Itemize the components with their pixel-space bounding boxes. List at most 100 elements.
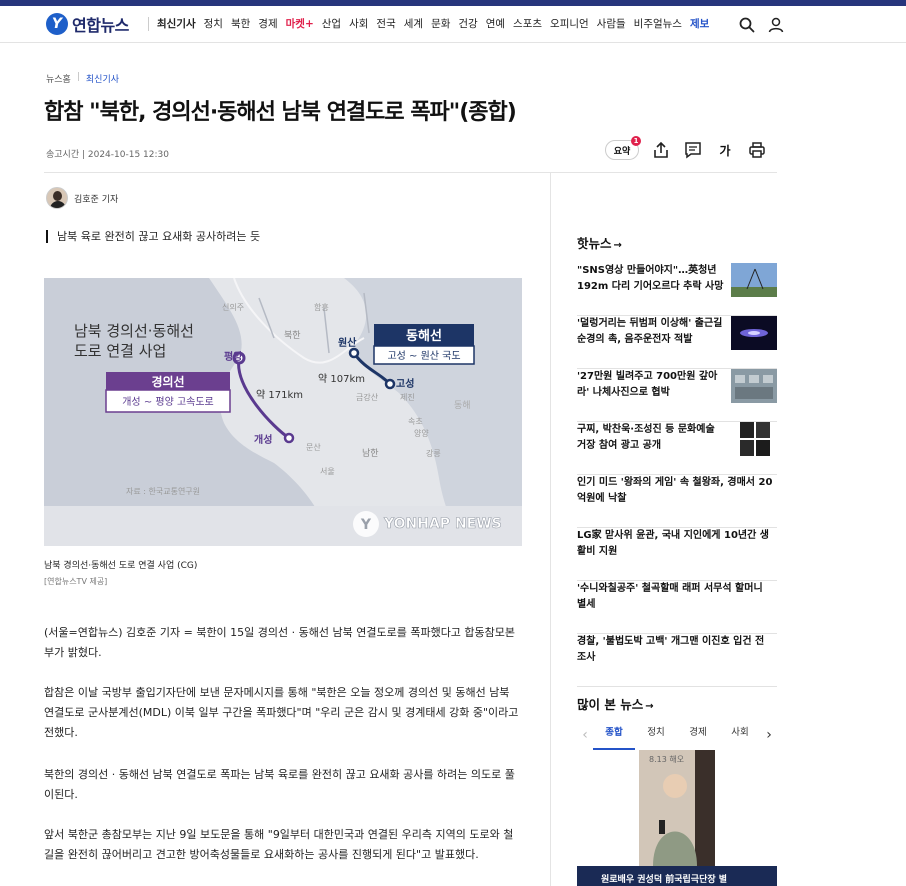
city-goseong: 고성 xyxy=(396,377,414,390)
nav-separator xyxy=(148,16,149,31)
hot-news-headline: 구찌, 박찬욱·조성진 등 문화예술 거장 참여 광고 공개 xyxy=(577,424,715,451)
comment-icon[interactable] xyxy=(683,140,703,160)
popular-news-label: 많이 본 뉴스 xyxy=(577,697,644,712)
user-icon[interactable] xyxy=(767,16,785,34)
nav-item[interactable]: 산업 xyxy=(322,16,341,31)
hot-news-item[interactable]: '27만원 빌려주고 700만원 갚아라' 나체사진으로 협박 xyxy=(577,369,777,422)
photo-watermark: YONHAP NEWS xyxy=(383,516,502,532)
chevron-left-icon[interactable]: ‹ xyxy=(577,727,593,743)
hot-news-headline: 인기 미드 '왕좌의 게임' 속 철왕좌, 경매서 20억원에 낙찰 xyxy=(577,477,773,504)
nav-item[interactable]: 스포츠 xyxy=(513,16,542,31)
search-icon[interactable] xyxy=(738,16,756,34)
nav-item[interactable]: 북한 xyxy=(231,16,250,31)
hot-news-headline: "SNS영상 만들어야지"…英청년 192m 다리 기어오르다 추락 사망 xyxy=(577,265,724,292)
west-line-route: 개성 ~ 평양 고속도로 xyxy=(122,396,214,408)
west-line-name: 경의선 xyxy=(151,374,184,389)
chevron-right-icon[interactable]: › xyxy=(761,727,777,743)
nav-item[interactable]: 연예 xyxy=(486,16,505,31)
summary-button[interactable]: 요약 1 xyxy=(605,136,641,160)
map-source: 자료 : 한국교통연구원 xyxy=(126,487,200,496)
summary-badge: 1 xyxy=(631,136,641,146)
label-north: 북한 xyxy=(284,330,301,341)
hot-news-headline: '덜렁거리는 뒤범퍼 이상해' 출근길 순경의 촉, 음주운전자 적발 xyxy=(577,318,723,345)
east-line-name: 동해선 xyxy=(406,328,442,344)
header-divider xyxy=(44,172,777,173)
nav-item[interactable]: 경제 xyxy=(258,16,277,31)
print-icon[interactable] xyxy=(747,140,767,160)
author-name: 김호준 기자 xyxy=(74,194,119,205)
tab-politics[interactable]: 정치 xyxy=(635,720,677,750)
hot-news-item[interactable]: '덜렁거리는 뒤범퍼 이상해' 출근길 순경의 촉, 음주운전자 적발 xyxy=(577,316,777,369)
article-tools: 요약 1 가 xyxy=(605,136,767,160)
summary-label: 요약 xyxy=(613,146,631,157)
label-geumgang: 금강산 xyxy=(356,392,379,402)
site-logo[interactable]: Y 연합뉴스 xyxy=(46,12,129,36)
hot-news-item[interactable]: 인기 미드 '왕좌의 게임' 속 철왕좌, 경매서 20억원에 낙찰 xyxy=(577,475,777,528)
distance-east: 약 107km xyxy=(318,373,365,385)
breadcrumb-separator: | xyxy=(76,72,80,82)
nav-item[interactable]: 사회 xyxy=(349,16,368,31)
popular-news-image-text: 8.13 해오 xyxy=(649,754,684,764)
hot-news-item[interactable]: LG家 맏사위 윤관, 국내 지인에게 10년간 생활비 지원 xyxy=(577,528,777,581)
city-pyongyang: 평양 xyxy=(224,350,243,363)
hot-news-thumbnail xyxy=(731,316,777,350)
hot-news-item[interactable]: "SNS영상 만들어야지"…英청년 192m 다리 기어오르다 추락 사망 xyxy=(577,263,777,316)
hot-news-title[interactable]: 핫뉴스 → xyxy=(577,233,622,252)
nav-item[interactable]: 제보 xyxy=(690,16,709,31)
breadcrumb-current[interactable]: 최신기사 xyxy=(86,72,119,85)
route-map-graphic: 남북 경의선·동해선 도로 연결 사업 경의선 개성 ~ 평양 고속도로 동해선… xyxy=(44,278,522,546)
breadcrumb-home[interactable]: 뉴스홈 xyxy=(46,72,71,85)
share-icon[interactable] xyxy=(651,140,671,160)
font-size-icon[interactable]: 가 xyxy=(715,140,735,160)
popular-news-headline[interactable]: 원로배우 권성덕 前국립극단장 별 xyxy=(577,866,777,886)
hot-news-item[interactable]: 경찰, '불법도박 고백' 개그맨 이진호 입건 전 조사 xyxy=(577,634,777,687)
tab-general[interactable]: 종합 xyxy=(593,720,635,750)
nav-item[interactable]: 건강 xyxy=(458,16,477,31)
nav-item[interactable]: 사람들 xyxy=(597,16,626,31)
city-wonsan: 원산 xyxy=(338,336,357,349)
nav-item[interactable]: 비주얼뉴스 xyxy=(634,16,682,31)
svg-text:Y: Y xyxy=(360,517,372,533)
label-munsan: 문산 xyxy=(306,442,321,452)
hot-news-item[interactable]: '수니와칠공주' 철곡할매 래퍼 서무석 할머니 별세 xyxy=(577,581,777,634)
map-title-line1: 남북 경의선·동해선 xyxy=(74,322,194,340)
photo-caption-source: [연합뉴스TV 제공] xyxy=(44,577,108,586)
nav-item[interactable]: 오피니언 xyxy=(550,16,589,31)
hot-news-headline: '수니와칠공주' 철곡할매 래퍼 서무석 할머니 별세 xyxy=(577,583,763,610)
tab-economy[interactable]: 경제 xyxy=(677,720,719,750)
nav-item[interactable]: 문화 xyxy=(431,16,450,31)
logo-text: 연합뉴스 xyxy=(72,16,129,35)
label-seoul: 서울 xyxy=(320,467,335,476)
popular-news-title[interactable]: 많이 본 뉴스 → xyxy=(577,694,654,713)
main-nav: 최신기사 정치 북한 경제 마켓+ 산업 사회 전국 세계 문화 건강 연예 스포츠 오피니언 사람들 비주얼… xyxy=(148,16,717,31)
arrow-right-icon: → xyxy=(645,701,654,712)
article-paragraph: 북한의 경의선 · 동해선 남북 연결도로 폭파는 남북 육로를 완전히 끊고 … xyxy=(44,768,515,801)
article-photo[interactable]: 남북 경의선·동해선 도로 연결 사업 경의선 개성 ~ 평양 고속도로 동해선… xyxy=(44,278,522,546)
article-title: 합참 "북한, 경의선·동해선 남북 연결도로 폭파"(종합) xyxy=(44,100,517,125)
column-divider xyxy=(550,172,551,886)
popular-news-photo: 8.13 해오 xyxy=(639,750,715,866)
article-paragraph: (서울=연합뉴스) 김호준 기자 = 북한이 15일 경의선 · 동해선 남북 … xyxy=(44,626,516,659)
popular-news-image[interactable]: 8.13 해오 xyxy=(639,750,715,866)
nav-item[interactable]: 세계 xyxy=(404,16,423,31)
map-title-line2: 도로 연결 사업 xyxy=(74,342,166,360)
nav-item[interactable]: 최신기사 xyxy=(157,16,196,31)
hot-news-item[interactable]: 구찌, 박찬욱·조성진 등 문화예술 거장 참여 광고 공개 xyxy=(577,422,777,475)
label-jejin: 제진 xyxy=(400,392,415,402)
tab-society[interactable]: 사회 xyxy=(719,720,761,750)
hot-news-label: 핫뉴스 xyxy=(577,236,612,251)
hot-news-thumbnail xyxy=(731,263,777,297)
author-byline[interactable]: 김호준 기자 xyxy=(46,187,118,209)
nav-item[interactable]: 정치 xyxy=(204,16,223,31)
popular-tabs: ‹ 종합 정치 경제 사회 › xyxy=(577,720,777,750)
hot-news-headline: '27만원 빌려주고 700만원 갚아라' 나체사진으로 협박 xyxy=(577,371,718,398)
nav-item[interactable]: 마켓+ xyxy=(286,16,314,31)
hot-news-headline: LG家 맏사위 윤관, 국내 지인에게 10년간 생활비 지원 xyxy=(577,530,769,557)
arrow-right-icon: → xyxy=(613,240,622,251)
article-paragraph: 앞서 북한군 총참모부는 지난 9일 보도문을 통해 "9일부터 대한민국과 연… xyxy=(44,828,514,861)
logo-mark-icon: Y xyxy=(46,13,68,35)
label-gangneung: 강릉 xyxy=(426,448,441,458)
nav-item[interactable]: 전국 xyxy=(376,16,395,31)
label-south: 남한 xyxy=(362,448,379,459)
distance-west: 약 171km xyxy=(256,389,303,401)
